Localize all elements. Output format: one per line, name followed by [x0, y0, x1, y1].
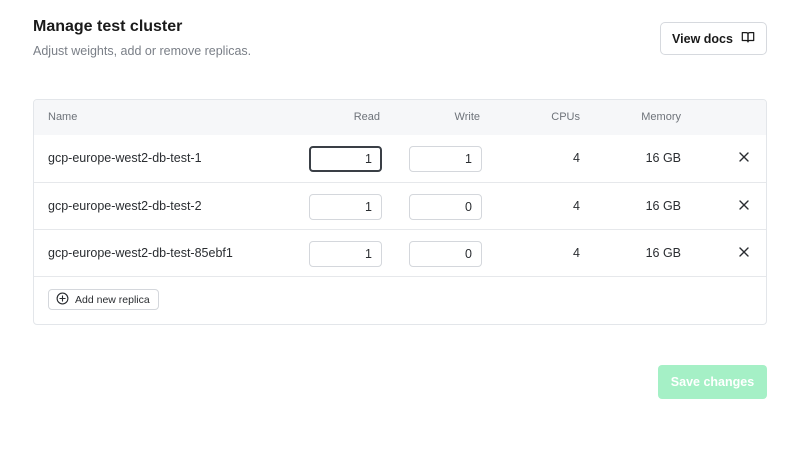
table-row: gcp-europe-west2-db-test-1 4 16 GB [34, 135, 766, 182]
read-weight-input[interactable] [309, 194, 382, 220]
table-header: Name Read Write CPUs Memory [34, 100, 766, 135]
plus-circle-icon [56, 292, 69, 308]
replica-name: gcp-europe-west2-db-test-85ebf1 [48, 246, 233, 260]
write-weight-input[interactable] [409, 241, 482, 267]
replica-name: gcp-europe-west2-db-test-2 [48, 199, 202, 213]
replica-memory: 16 GB [645, 246, 681, 260]
save-changes-button[interactable]: Save changes [658, 365, 767, 399]
read-weight-input[interactable] [309, 146, 382, 172]
view-docs-button[interactable]: View docs [660, 22, 767, 55]
write-weight-input[interactable] [409, 146, 482, 172]
write-weight-input[interactable] [409, 194, 482, 220]
column-header-name: Name [48, 111, 78, 123]
replica-cpus: 4 [573, 246, 580, 260]
close-icon[interactable] [737, 245, 751, 259]
book-open-icon [741, 30, 755, 47]
read-weight-input[interactable] [309, 241, 382, 267]
column-header-memory: Memory [641, 111, 681, 123]
replica-cpus: 4 [573, 199, 580, 213]
close-icon[interactable] [737, 198, 751, 212]
table-row: gcp-europe-west2-db-test-2 4 16 GB [34, 182, 766, 229]
replica-memory: 16 GB [645, 199, 681, 213]
add-replica-label: Add new replica [75, 293, 150, 306]
replica-cpus: 4 [573, 151, 580, 165]
replica-memory: 16 GB [645, 151, 681, 165]
page-title: Manage test cluster [33, 18, 183, 35]
column-header-write: Write [454, 111, 480, 123]
view-docs-label: View docs [672, 31, 733, 46]
close-icon[interactable] [737, 150, 751, 164]
column-header-read: Read [353, 111, 380, 123]
table-row: gcp-europe-west2-db-test-85ebf1 4 16 GB [34, 229, 766, 276]
add-replica-button[interactable]: Add new replica [48, 289, 159, 310]
page-subtitle: Adjust weights, add or remove replicas. [33, 44, 252, 58]
replicas-table: Name Read Write CPUs Memory gcp-europe-w… [33, 99, 767, 325]
replica-name: gcp-europe-west2-db-test-1 [48, 151, 202, 165]
column-header-cpus: CPUs [551, 111, 580, 123]
